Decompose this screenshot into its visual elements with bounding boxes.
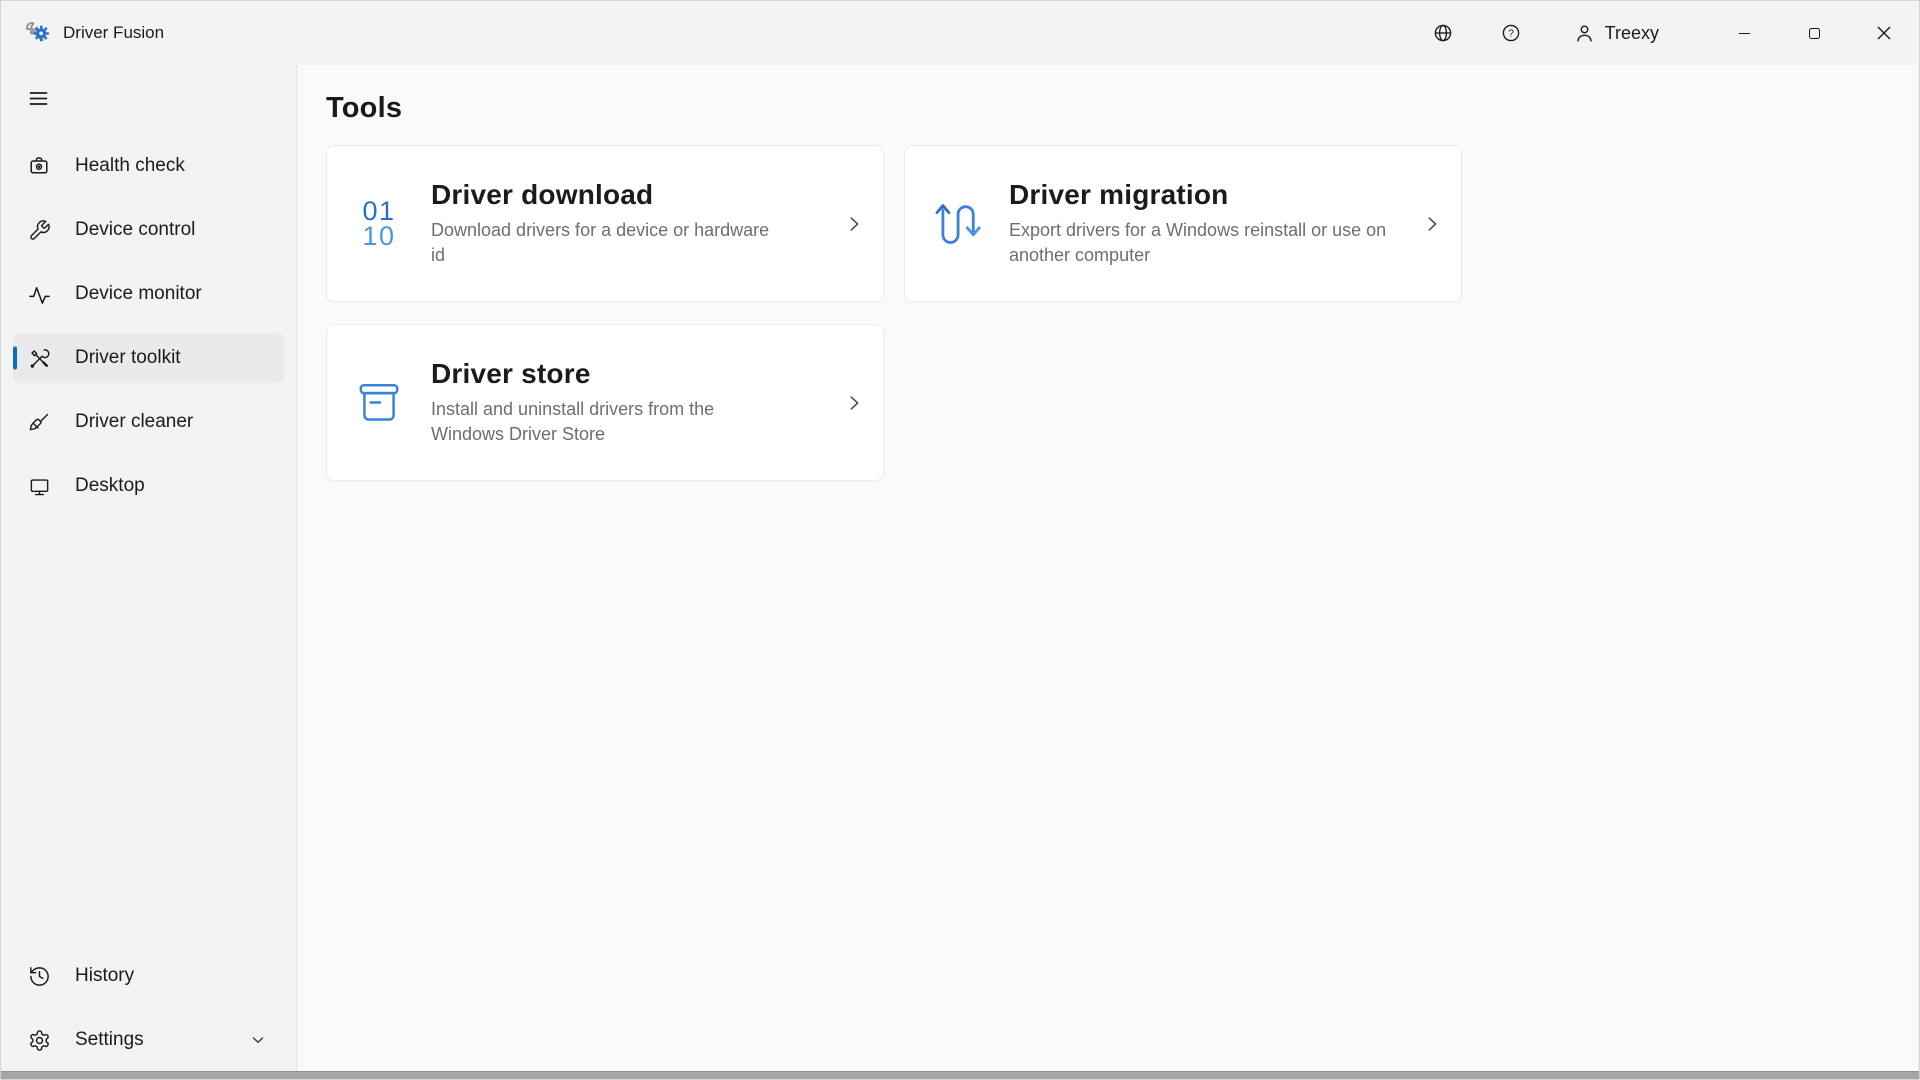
page-title: Tools xyxy=(326,92,1918,125)
archive-box-icon xyxy=(351,378,407,428)
sidebar-item-desktop[interactable]: Desktop xyxy=(13,461,284,511)
app-window: Driver Fusion ? xyxy=(0,0,1920,1080)
window-bottom-edge xyxy=(1,1071,1919,1079)
card-title: Driver store xyxy=(431,358,835,390)
svg-text:?: ? xyxy=(1508,28,1514,40)
card-driver-download[interactable]: 01 10 Driver download Download drivers f… xyxy=(326,145,884,302)
card-driver-migration[interactable]: Driver migration Export drivers for a Wi… xyxy=(904,145,1462,302)
history-icon xyxy=(27,964,51,988)
tool-cards: 01 10 Driver download Download drivers f… xyxy=(326,145,1918,481)
globe-icon xyxy=(1432,22,1454,44)
pulse-icon xyxy=(27,282,51,306)
card-title: Driver download xyxy=(431,179,835,211)
close-icon xyxy=(1877,26,1891,40)
sidebar-spacer xyxy=(1,525,296,951)
sidebar-item-settings[interactable]: Settings xyxy=(13,1015,284,1065)
crossed-tools-icon xyxy=(27,346,51,370)
card-description: Export drivers for a Windows reinstall o… xyxy=(1009,218,1413,268)
sidebar-item-device-control[interactable]: Device control xyxy=(13,205,284,255)
account-button[interactable]: Treexy xyxy=(1561,11,1671,55)
card-title: Driver migration xyxy=(1009,179,1413,211)
sidebar-item-driver-toolkit[interactable]: Driver toolkit xyxy=(13,333,284,383)
main-content: Tools 01 10 Driver download Download dri… xyxy=(298,65,1918,1071)
chevron-right-icon xyxy=(843,392,865,414)
sidebar-footer-nav: History Settings xyxy=(1,951,296,1065)
help-button[interactable]: ? xyxy=(1487,11,1535,55)
window-controls xyxy=(1709,1,1919,65)
app-title: Driver Fusion xyxy=(63,23,164,43)
chevron-right-icon xyxy=(1421,213,1443,235)
minimize-button[interactable] xyxy=(1709,1,1779,65)
card-description: Download drivers for a device or hardwar… xyxy=(431,218,786,268)
broom-icon xyxy=(27,410,51,434)
person-icon xyxy=(1573,22,1596,45)
card-driver-store[interactable]: Driver store Install and uninstall drive… xyxy=(326,324,884,481)
sidebar: Health check Device control Device monit… xyxy=(1,65,297,1071)
gear-icon xyxy=(27,1028,51,1052)
account-name: Treexy xyxy=(1605,23,1659,44)
app-identity: Driver Fusion xyxy=(23,20,164,47)
language-button[interactable] xyxy=(1419,11,1467,55)
sidebar-item-health-check[interactable]: Health check xyxy=(13,141,284,191)
maximize-icon xyxy=(1809,28,1820,39)
monitor-icon xyxy=(27,474,51,498)
first-aid-kit-icon xyxy=(27,154,51,178)
titlebar-actions: ? Treexy xyxy=(1419,1,1919,65)
wrench-icon xyxy=(27,218,51,242)
minimize-icon xyxy=(1739,33,1750,34)
binary-digits-icon: 01 10 xyxy=(351,199,407,249)
sidebar-item-driver-cleaner[interactable]: Driver cleaner xyxy=(13,397,284,447)
sidebar-item-device-monitor[interactable]: Device monitor xyxy=(13,269,284,319)
maximize-button[interactable] xyxy=(1779,1,1849,65)
card-description: Install and uninstall drivers from the W… xyxy=(431,397,786,447)
titlebar: Driver Fusion ? xyxy=(1,1,1919,65)
help-icon: ? xyxy=(1500,22,1522,44)
chevron-down-icon xyxy=(250,1032,270,1048)
hamburger-menu-button[interactable] xyxy=(17,79,59,117)
chevron-right-icon xyxy=(843,213,865,235)
app-logo-icon xyxy=(23,20,50,47)
close-button[interactable] xyxy=(1849,1,1919,65)
migration-arrows-icon xyxy=(929,198,985,250)
sidebar-item-history[interactable]: History xyxy=(13,951,284,1001)
hamburger-icon xyxy=(28,88,49,109)
sidebar-nav: Health check Device control Device monit… xyxy=(1,141,296,525)
